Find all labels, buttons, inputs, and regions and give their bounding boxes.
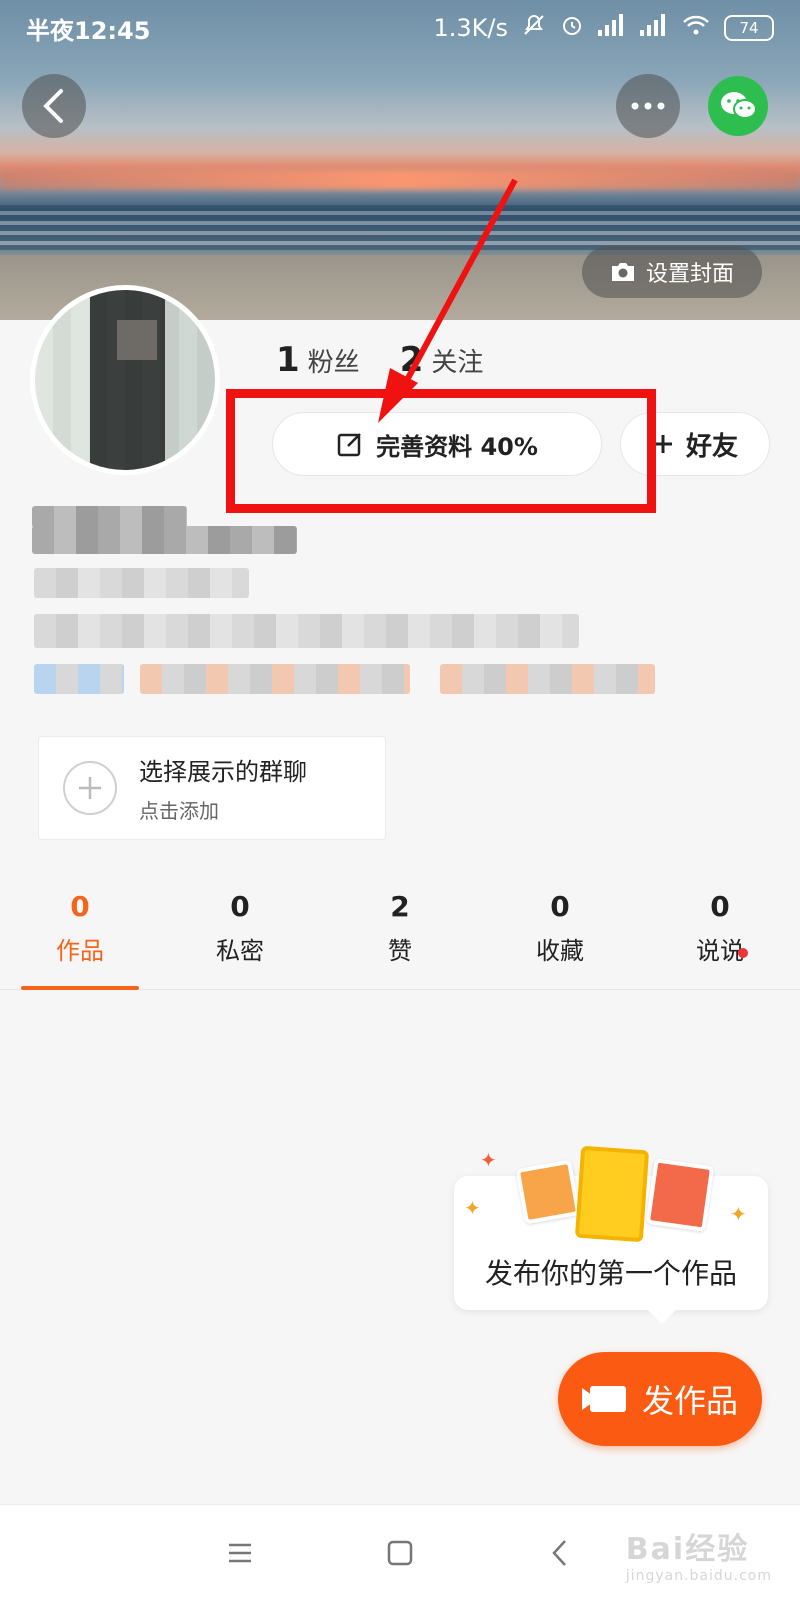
more-button[interactable] [616,74,680,138]
back-nav-icon [552,1539,566,1566]
group-chat-card[interactable]: 选择展示的群聊 点击添加 [38,736,386,840]
tab-label: 赞 [388,937,412,965]
sparkle-icon: ✦ [730,1202,747,1226]
tab-count: 0 [710,890,730,923]
home-square-icon [387,1540,413,1565]
tab-count: 0 [70,890,90,923]
first-work-prompt[interactable]: ✦ ✦ ✦ 发布你的第一个作品 [454,1145,768,1325]
publish-work-button[interactable]: 发作品 [558,1352,762,1446]
blurred-info-1 [34,568,249,598]
tab-posts[interactable]: 0 说说 [640,890,800,989]
baidu-watermark: Bai经验 jingyan.baidu.com [626,1524,772,1584]
tab-label: 说说 [696,937,744,965]
blurred-tag-3 [440,664,655,694]
avatar[interactable] [30,285,220,475]
tab-label: 收藏 [536,937,584,965]
network-speed: 1.3K/s [433,14,509,42]
status-time: 半夜12:45 [26,16,151,45]
avatar-figure [117,320,157,360]
blurred-tag-1 [34,664,124,694]
profile-tabs: 0 作品 0 私密 2 赞 0 收藏 0 说说 [0,890,800,990]
watermark-brand: Bai经验 [625,1532,750,1567]
tooltip-pointer [647,1295,677,1325]
video-camera-icon [581,1386,626,1412]
tab-count: 0 [230,890,250,923]
back-icon [43,89,63,123]
blurred-tag-2 [140,664,410,694]
system-nav-bar: Bai经验 jingyan.baidu.com [0,1504,800,1600]
tab-works[interactable]: 0 作品 [0,890,160,990]
add-group-icon [63,761,117,815]
profile-screen: 半夜12:45 1.3K/s 74 设置封面 1 粉丝 2 关注 完善资料 40… [0,0,800,1600]
blurred-bio [34,614,579,648]
photo-icon [515,1159,581,1225]
film-icon [574,1145,650,1243]
watermark-url: jingyan.baidu.com [625,1568,772,1584]
portrait-icon [645,1158,715,1232]
followers-label: 粉丝 [307,348,360,378]
signal-hd-icon [640,14,668,42]
back-nav-button[interactable] [540,1533,580,1573]
back-button[interactable] [22,74,86,138]
camera-icon [611,263,634,281]
set-cover-button[interactable]: 设置封面 [582,246,762,298]
menu-icon [229,1543,251,1562]
status-bar: 半夜12:45 1.3K/s 74 [0,0,800,56]
add-friend-label: 好友 [685,431,738,462]
publish-label: 发作品 [641,1382,738,1420]
group-card-subtitle: 点击添加 [139,799,219,823]
tab-private[interactable]: 0 私密 [160,890,320,989]
tab-label: 私密 [216,937,264,965]
alarm-icon [560,13,584,43]
followers-stat[interactable]: 1 粉丝 [276,340,360,380]
battery-icon: 74 [724,15,774,41]
wifi-icon [682,14,710,42]
tab-likes[interactable]: 2 赞 [320,890,480,989]
signal-icon [598,14,626,42]
first-work-text: 发布你的第一个作品 [484,1257,737,1290]
status-right: 1.3K/s 74 [433,13,774,43]
mute-icon [522,13,546,43]
tab-favorites[interactable]: 0 收藏 [480,890,640,989]
blurred-nickname [32,506,187,528]
more-icon [631,102,665,110]
tab-count: 2 [390,890,410,923]
followers-count: 1 [276,340,300,380]
sparkle-icon: ✦ [464,1196,481,1220]
group-card-text: 选择展示的群聊 点击添加 [139,752,307,824]
annotation-arrow [378,178,518,423]
blurred-user-id [32,526,297,554]
menu-nav-button[interactable] [220,1533,260,1573]
tab-label: 作品 [56,937,104,965]
group-card-title: 选择展示的群聊 [139,758,307,786]
wechat-share-button[interactable] [708,76,768,136]
notification-dot [738,948,748,958]
set-cover-label: 设置封面 [645,262,734,287]
tab-count: 0 [550,890,570,923]
sparkle-icon: ✦ [480,1148,497,1172]
home-nav-button[interactable] [380,1533,420,1573]
wechat-icon [721,92,757,119]
